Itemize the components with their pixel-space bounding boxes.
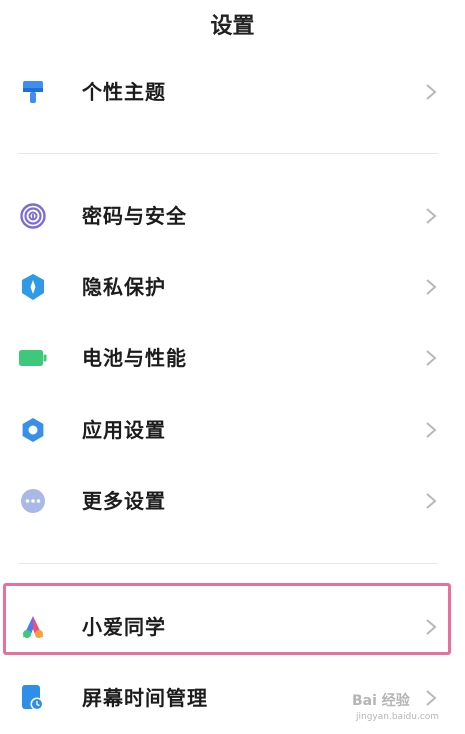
settings-item-privacy[interactable]: 隐私保护 — [0, 257, 465, 317]
settings-item-label: 应用设置 — [82, 418, 166, 442]
fingerprint-icon — [18, 202, 48, 230]
settings-item-battery[interactable]: 电池与性能 — [0, 328, 465, 388]
settings-item-label: 密码与安全 — [82, 204, 187, 228]
settings-item-label: 屏幕时间管理 — [82, 686, 208, 710]
gear-icon — [18, 416, 48, 444]
more-dots-icon — [18, 487, 48, 515]
battery-icon — [18, 344, 48, 372]
chevron-right-icon — [426, 690, 437, 706]
settings-item-label: 更多设置 — [82, 489, 166, 513]
chevron-right-icon — [426, 208, 437, 224]
settings-item-app-settings[interactable]: 应用设置 — [0, 400, 465, 460]
shield-icon — [18, 273, 48, 301]
settings-item-label: 隐私保护 — [82, 275, 166, 299]
screen-time-icon — [18, 684, 48, 712]
settings-item-label: 电池与性能 — [82, 346, 187, 370]
settings-item-label: 个性主题 — [82, 80, 166, 104]
section-divider — [18, 563, 438, 564]
section-divider — [18, 153, 438, 154]
chevron-right-icon — [426, 493, 437, 509]
settings-item-password-security[interactable]: 密码与安全 — [0, 186, 465, 246]
paint-brush-icon — [18, 78, 48, 106]
chevron-right-icon — [426, 84, 437, 100]
settings-item-theme[interactable]: 个性主题 — [0, 62, 465, 122]
page-title: 设置 — [210, 14, 255, 39]
highlight-box — [3, 583, 451, 655]
chevron-right-icon — [426, 350, 437, 366]
chevron-right-icon — [426, 279, 437, 295]
chevron-right-icon — [426, 422, 437, 438]
settings-item-screen-time[interactable]: 屏幕时间管理 — [0, 668, 465, 728]
settings-item-more-settings[interactable]: 更多设置 — [0, 471, 465, 531]
